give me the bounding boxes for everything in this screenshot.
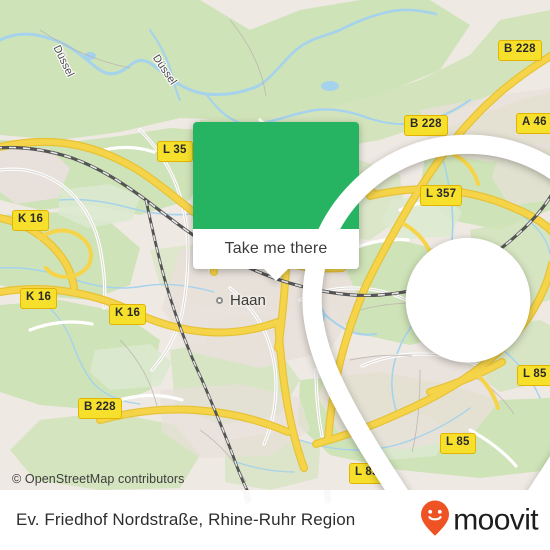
callout-footer[interactable]: Take me there bbox=[193, 229, 359, 281]
callout-header bbox=[193, 122, 550, 490]
take-me-there-callout[interactable]: Take me there bbox=[193, 122, 550, 490]
location-title: Ev. Friedhof Nordstraße, Rhine-Ruhr Regi… bbox=[16, 510, 356, 529]
take-me-there-label: Take me there bbox=[224, 240, 328, 257]
road-shield-k16[interactable]: K 16 bbox=[20, 288, 58, 309]
road-shield-b228[interactable]: B 228 bbox=[498, 40, 542, 61]
footer-bar: Ev. Friedhof Nordstraße, Rhine-Ruhr Regi… bbox=[0, 490, 550, 550]
road-shield-k16[interactable]: K 16 bbox=[12, 210, 50, 231]
screenshot-root: Düssel Düssel L 35 B 228 B 228 A 46 L 35… bbox=[0, 0, 550, 550]
moovit-wordmark: moovit bbox=[453, 503, 538, 536]
road-shield-b228[interactable]: B 228 bbox=[78, 398, 122, 419]
moovit-brand[interactable]: moovit bbox=[420, 500, 539, 541]
moovit-smiley-pin-icon bbox=[420, 500, 450, 541]
callout-tail bbox=[264, 269, 288, 281]
road-shield-l35[interactable]: L 35 bbox=[157, 141, 193, 162]
road-shield-k16[interactable]: K 16 bbox=[109, 304, 147, 325]
map-canvas[interactable]: Düssel Düssel L 35 B 228 B 228 A 46 L 35… bbox=[0, 0, 550, 490]
osm-attribution[interactable]: © OpenStreetMap contributors bbox=[12, 472, 185, 486]
